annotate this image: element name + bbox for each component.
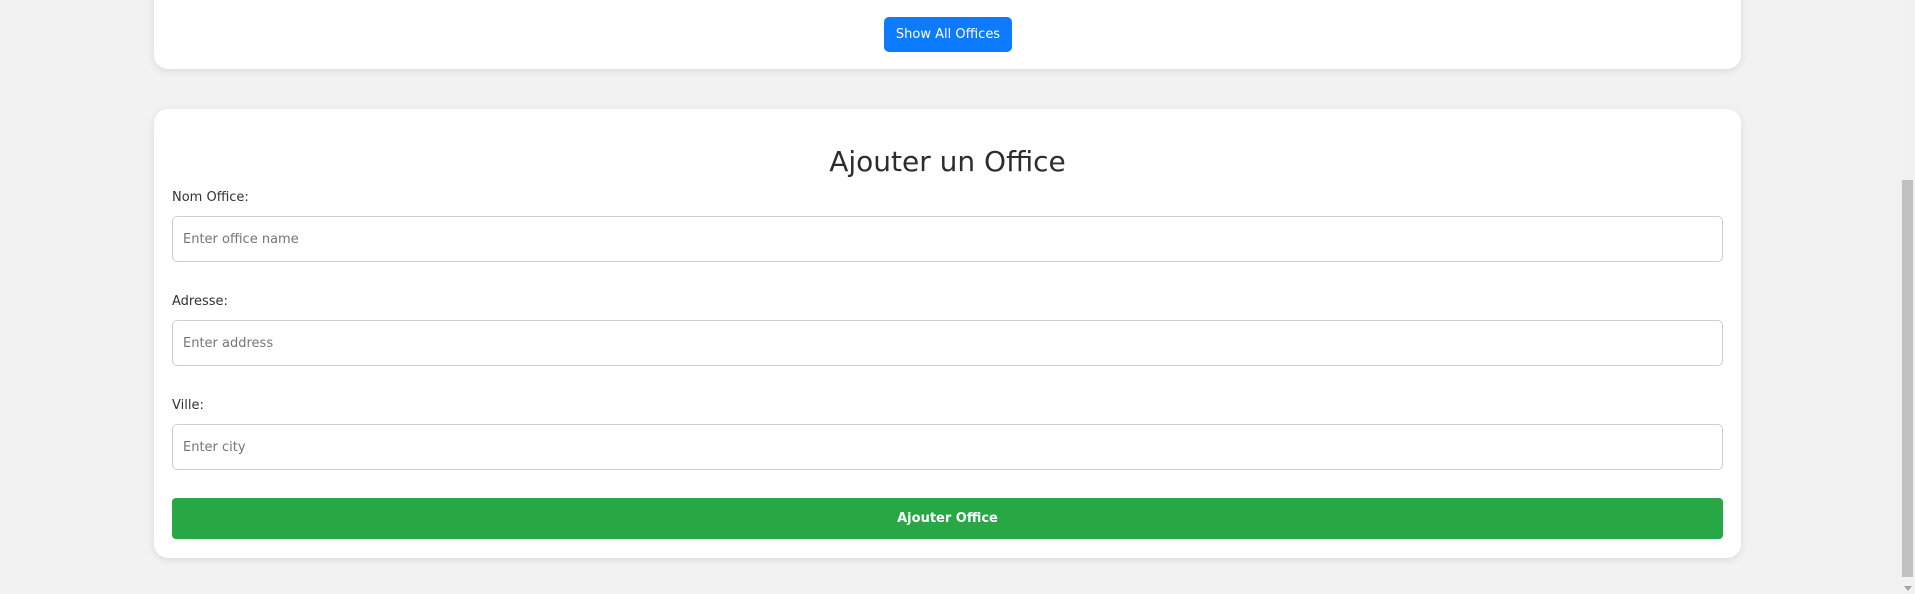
scroll-down-arrow-icon[interactable] <box>1904 586 1912 591</box>
office-name-input[interactable] <box>172 216 1723 262</box>
add-office-submit-button[interactable]: Ajouter Office <box>172 498 1723 539</box>
office-name-label: Nom Office: <box>172 190 249 205</box>
scrollbar-thumb[interactable] <box>1902 180 1913 577</box>
show-all-offices-button[interactable]: Show All Offices <box>884 17 1012 52</box>
page: Show All Offices Ajouter un Office Nom O… <box>0 0 1915 594</box>
city-input[interactable] <box>172 424 1723 470</box>
form-title: Ajouter un Office <box>829 145 1066 178</box>
page-scrollbar[interactable] <box>1900 0 1915 594</box>
address-label: Adresse: <box>172 294 228 309</box>
address-input[interactable] <box>172 320 1723 366</box>
city-label: Ville: <box>172 398 204 413</box>
offices-list-card: Show All Offices <box>154 0 1741 69</box>
add-office-form: Ajouter un Office Nom Office: Adresse: V… <box>154 109 1741 558</box>
